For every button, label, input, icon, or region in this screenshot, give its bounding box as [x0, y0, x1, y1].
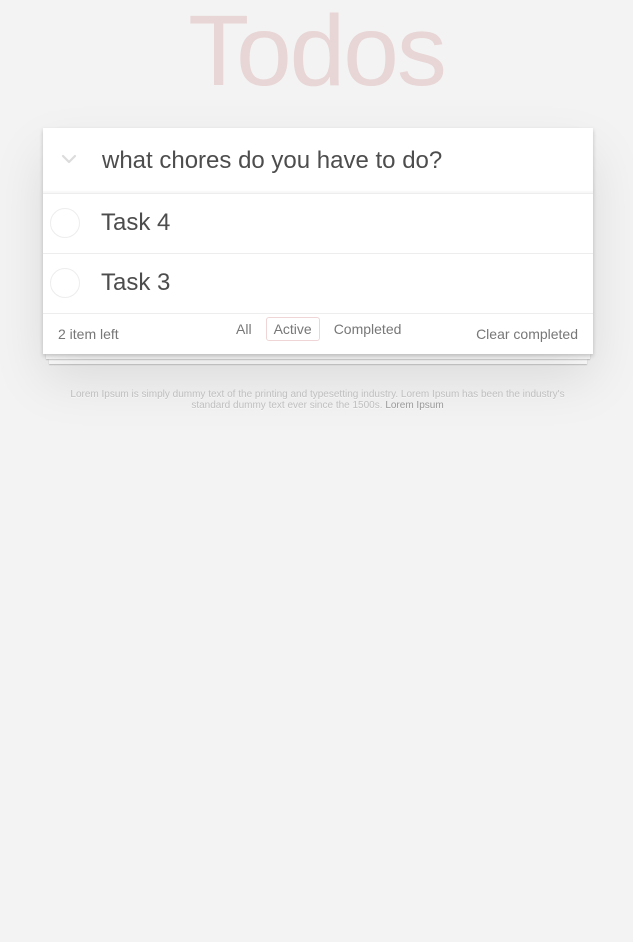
todo-footer: 2 item left All Active Completed Clear c… [43, 314, 593, 354]
info-link[interactable]: Lorem Ipsum [385, 400, 443, 411]
app-title: Todos [188, 0, 447, 107]
new-todo-row [43, 128, 593, 194]
todo-checkbox[interactable] [50, 208, 80, 238]
filter-active[interactable]: Active [265, 317, 320, 341]
todo-label[interactable]: Task 3 [101, 268, 170, 298]
new-todo-input[interactable] [102, 138, 572, 184]
filters: All Active Completed [228, 317, 409, 341]
todo-label[interactable]: Task 4 [101, 208, 170, 238]
clear-completed-button[interactable]: Clear completed [476, 326, 578, 342]
stack-shadow-bottom [49, 359, 587, 364]
info-text: Lorem Ipsum is simply dummy text of the … [70, 389, 565, 411]
todo-list: Task 4 Task 3 [43, 194, 593, 314]
filter-completed[interactable]: Completed [326, 317, 410, 341]
filter-all[interactable]: All [228, 317, 260, 341]
todo-app: Task 4 Task 3 2 item left All Active Com… [43, 128, 593, 354]
todo-item: Task 3 [43, 254, 593, 314]
page: Todos Task 4 Task 3 2 item left [0, 0, 633, 942]
todo-item: Task 4 [43, 194, 593, 254]
todo-checkbox[interactable] [50, 268, 80, 298]
stack-shadow-middle [46, 354, 590, 359]
todo-count: 2 item left [58, 326, 119, 342]
chevron-down-icon[interactable] [57, 146, 81, 176]
info-footer: Lorem Ipsum is simply dummy text of the … [60, 389, 575, 411]
